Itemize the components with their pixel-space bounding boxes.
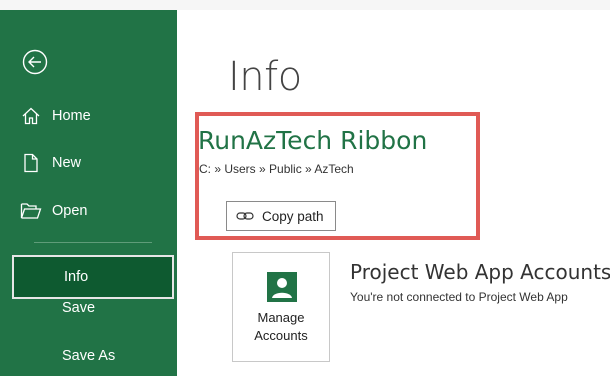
page-title: Info [228, 54, 302, 100]
backstage-sidebar: Home New Open Info Save Save As [0, 10, 177, 376]
link-icon [236, 211, 258, 221]
open-folder-icon [18, 200, 44, 222]
sidebar-item-label: Save As [62, 348, 116, 364]
manage-accounts-button[interactable]: Manage Accounts [232, 252, 330, 362]
copy-path-label: Copy path [262, 208, 324, 224]
sidebar-item-label: Open [52, 203, 88, 219]
copy-path-button[interactable]: Copy path [226, 201, 336, 231]
back-arrow-icon [22, 49, 48, 75]
sidebar-item-save-as[interactable]: Save As [12, 334, 174, 378]
title-bar-strip [0, 0, 610, 10]
document-path: C: » Users » Public » AzTech [199, 162, 354, 176]
info-pane: Info RunAzTech Ribbon C: » Users » Publi… [177, 10, 610, 376]
new-document-icon [18, 152, 44, 174]
sidebar-item-label: Info [64, 269, 89, 285]
account-icon [267, 272, 297, 302]
sidebar-item-open[interactable]: Open [0, 189, 177, 233]
home-icon [18, 105, 44, 127]
sidebar-item-label: Save [62, 300, 96, 316]
sidebar-divider [34, 242, 152, 243]
pwa-description: You're not connected to Project Web App [350, 290, 568, 304]
sidebar-item-new[interactable]: New [0, 141, 177, 185]
sidebar-item-save[interactable]: Save [12, 286, 174, 330]
sidebar-item-home[interactable]: Home [0, 94, 177, 138]
document-name: RunAzTech Ribbon [198, 126, 428, 155]
pwa-title: Project Web App Accounts [350, 260, 610, 284]
sidebar-item-label: New [52, 155, 82, 171]
sidebar-item-label: Home [52, 108, 91, 124]
back-button[interactable] [22, 49, 48, 75]
manage-accounts-label: Manage Accounts [254, 310, 308, 343]
